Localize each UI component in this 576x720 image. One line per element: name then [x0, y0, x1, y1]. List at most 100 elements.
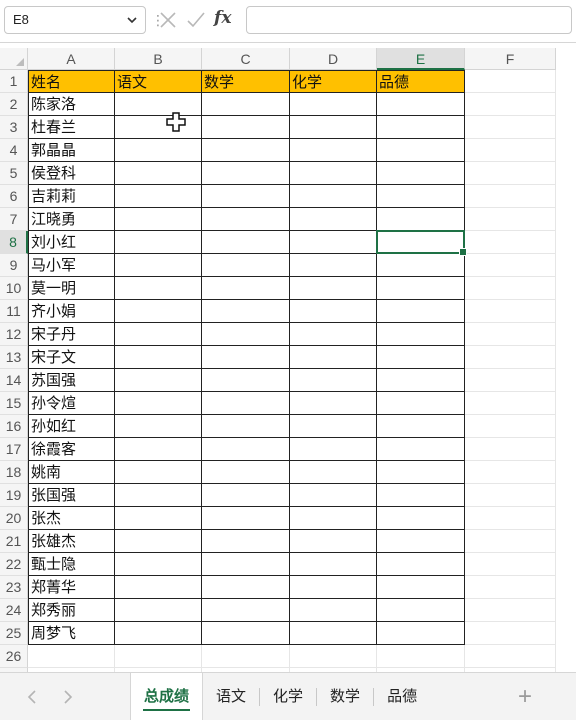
cell-d4[interactable]: [290, 139, 377, 162]
cell-a9[interactable]: 马小军: [28, 254, 115, 277]
cell-c16[interactable]: [202, 415, 290, 438]
cell-c2[interactable]: [202, 93, 290, 116]
cell-a12[interactable]: 宋子丹: [28, 323, 115, 346]
cell-b9[interactable]: [115, 254, 202, 277]
row-header-14[interactable]: 14: [0, 369, 28, 392]
cell-b15[interactable]: [115, 392, 202, 415]
cell-d7[interactable]: [290, 208, 377, 231]
cell-d5[interactable]: [290, 162, 377, 185]
cell-d14[interactable]: [290, 369, 377, 392]
name-box[interactable]: E8: [4, 6, 146, 34]
cell-c26[interactable]: [202, 645, 290, 668]
cell-d2[interactable]: [290, 93, 377, 116]
chevron-right-icon[interactable]: [58, 687, 78, 707]
cell-f7[interactable]: [465, 208, 556, 231]
cell-a6[interactable]: 吉莉莉: [28, 185, 115, 208]
column-header-a[interactable]: A: [28, 48, 115, 70]
cell-c4[interactable]: [202, 139, 290, 162]
row-header-22[interactable]: 22: [0, 553, 28, 576]
column-header-d[interactable]: D: [290, 48, 377, 70]
cell-c23[interactable]: [202, 576, 290, 599]
cell-b14[interactable]: [115, 369, 202, 392]
cell-c3[interactable]: [202, 116, 290, 139]
worksheet-grid[interactable]: ABCDEF 1 2 3 4 5 6 7 8 9 10 11 12 13 14 15 16 17 18 19 20 21…: [0, 48, 576, 672]
cell-b26[interactable]: [115, 645, 202, 668]
row-header-6[interactable]: 6: [0, 185, 28, 208]
cell-e20[interactable]: [377, 507, 465, 530]
cell-e21[interactable]: [377, 530, 465, 553]
cell-d20[interactable]: [290, 507, 377, 530]
cell-f1[interactable]: [465, 70, 556, 93]
cell-f21[interactable]: [465, 530, 556, 553]
cell-d16[interactable]: [290, 415, 377, 438]
cell-a26[interactable]: [28, 645, 115, 668]
row-header-21[interactable]: 21: [0, 530, 28, 553]
cell-e10[interactable]: [377, 277, 465, 300]
sheet-tab-2[interactable]: 语文: [203, 673, 259, 720]
cell-a8[interactable]: 刘小红: [28, 231, 115, 254]
cell-b3[interactable]: [115, 116, 202, 139]
cell-c21[interactable]: [202, 530, 290, 553]
cell-b21[interactable]: [115, 530, 202, 553]
select-all-button[interactable]: [0, 48, 28, 70]
cell-c25[interactable]: [202, 622, 290, 645]
row-header-23[interactable]: 23: [0, 576, 28, 599]
cell-a13[interactable]: 宋子文: [28, 346, 115, 369]
cell-c9[interactable]: [202, 254, 290, 277]
cell-f16[interactable]: [465, 415, 556, 438]
sheet-tab-5[interactable]: 品德: [374, 673, 430, 720]
cell-a4[interactable]: 郭晶晶: [28, 139, 115, 162]
row-header-9[interactable]: 9: [0, 254, 28, 277]
close-icon[interactable]: [158, 10, 178, 30]
cell-b20[interactable]: [115, 507, 202, 530]
row-header-11[interactable]: 11: [0, 300, 28, 323]
cell-f17[interactable]: [465, 438, 556, 461]
cell-d11[interactable]: [290, 300, 377, 323]
cell-d6[interactable]: [290, 185, 377, 208]
row-header-19[interactable]: 19: [0, 484, 28, 507]
chevron-left-icon[interactable]: [22, 687, 42, 707]
cell-b4[interactable]: [115, 139, 202, 162]
cell-a2[interactable]: 陈家洛: [28, 93, 115, 116]
cell-c17[interactable]: [202, 438, 290, 461]
cell-b6[interactable]: [115, 185, 202, 208]
sheet-tab-4[interactable]: 数学: [317, 673, 373, 720]
cell-f23[interactable]: [465, 576, 556, 599]
cell-e17[interactable]: [377, 438, 465, 461]
cell-f24[interactable]: [465, 599, 556, 622]
cell-a24[interactable]: 郑秀丽: [28, 599, 115, 622]
cell-a21[interactable]: 张雄杰: [28, 530, 115, 553]
cell-b1[interactable]: 语文: [115, 70, 202, 93]
cell-a11[interactable]: 齐小娟: [28, 300, 115, 323]
sheet-tab-3[interactable]: 化学: [260, 673, 316, 720]
cell-e25[interactable]: [377, 622, 465, 645]
cell-b18[interactable]: [115, 461, 202, 484]
row-header-7[interactable]: 7: [0, 208, 28, 231]
cell-a10[interactable]: 莫一明: [28, 277, 115, 300]
cell-f13[interactable]: [465, 346, 556, 369]
cell-e4[interactable]: [377, 139, 465, 162]
cell-d10[interactable]: [290, 277, 377, 300]
cell-d22[interactable]: [290, 553, 377, 576]
cell-d23[interactable]: [290, 576, 377, 599]
cell-a19[interactable]: 张国强: [28, 484, 115, 507]
cell-c18[interactable]: [202, 461, 290, 484]
cell-f6[interactable]: [465, 185, 556, 208]
row-header-15[interactable]: 15: [0, 392, 28, 415]
cell-c22[interactable]: [202, 553, 290, 576]
cell-f15[interactable]: [465, 392, 556, 415]
cell-e16[interactable]: [377, 415, 465, 438]
cell-f11[interactable]: [465, 300, 556, 323]
cell-d19[interactable]: [290, 484, 377, 507]
cell-c8[interactable]: [202, 231, 290, 254]
column-header-f[interactable]: F: [465, 48, 556, 70]
column-header-b[interactable]: B: [115, 48, 202, 70]
cell-b22[interactable]: [115, 553, 202, 576]
cell-d25[interactable]: [290, 622, 377, 645]
cell-c7[interactable]: [202, 208, 290, 231]
cell-a18[interactable]: 姚南: [28, 461, 115, 484]
cell-e8[interactable]: [377, 231, 465, 254]
cell-e26[interactable]: [377, 645, 465, 668]
sheet-tab-1[interactable]: 总成绩: [130, 673, 204, 720]
cell-f5[interactable]: [465, 162, 556, 185]
